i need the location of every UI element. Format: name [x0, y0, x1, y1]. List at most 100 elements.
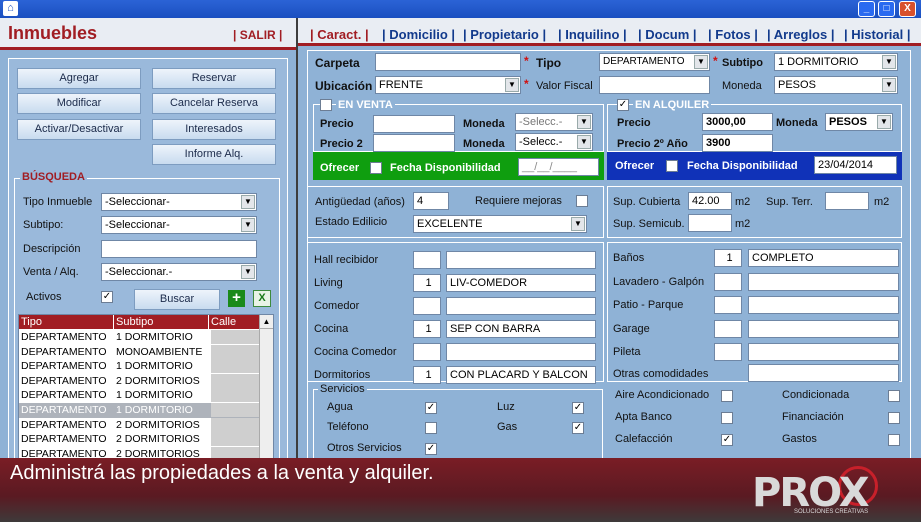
- tab-5[interactable]: | Fotos |: [708, 27, 758, 42]
- maximize-button[interactable]: □: [878, 1, 895, 17]
- tab-1[interactable]: | Domicilio |: [382, 27, 455, 42]
- sup-cubierta-input[interactable]: 42.00: [688, 192, 732, 210]
- room-desc-input[interactable]: [446, 297, 596, 315]
- servicio-checkbox[interactable]: ✓: [572, 422, 584, 434]
- room-desc-input[interactable]: [748, 319, 899, 338]
- venta-moneda2-select[interactable]: -Selecc.- ▼: [515, 133, 593, 151]
- tab-7[interactable]: | Historial |: [844, 27, 911, 42]
- tab-6[interactable]: | Arreglos |: [767, 27, 834, 42]
- room-qty-input[interactable]: [413, 343, 441, 361]
- table-row[interactable]: DEPARTAMENTO 1 DORMITORIO: [19, 388, 259, 403]
- subtipo-value: 1 DORMITORIO: [778, 56, 859, 68]
- servicio-checkbox[interactable]: ✓: [425, 443, 437, 455]
- room-desc-input[interactable]: [446, 251, 596, 269]
- table-row[interactable]: DEPARTAMENTO 2 DORMITORIOS: [19, 432, 259, 447]
- col-tipo[interactable]: Tipo: [19, 315, 113, 329]
- tipo-select[interactable]: DEPARTAMENTO ▼: [599, 53, 710, 71]
- room-qty-input[interactable]: [413, 297, 441, 315]
- table-scrollbar[interactable]: ▲: [259, 315, 273, 463]
- otras-comodidades-input[interactable]: [748, 364, 899, 382]
- extra-checkbox[interactable]: [888, 434, 900, 446]
- servicio-checkbox[interactable]: ✓: [572, 402, 584, 414]
- requiere-mejoras-checkbox[interactable]: [576, 195, 588, 207]
- descripcion-input[interactable]: [101, 240, 257, 258]
- table-row[interactable]: DEPARTAMENTO MONOAMBIENTE: [19, 344, 259, 360]
- alquiler-moneda-select[interactable]: PESOS ▼: [825, 113, 893, 131]
- modificar-button[interactable]: Modificar: [17, 93, 141, 114]
- sup-terr-input[interactable]: [825, 192, 869, 210]
- agregar-button[interactable]: Agregar: [17, 68, 141, 89]
- table-row[interactable]: DEPARTAMENTO 2 DORMITORIOS: [19, 373, 259, 389]
- tab-2[interactable]: | Propietario |: [463, 27, 546, 42]
- servicio-checkbox[interactable]: [425, 422, 437, 434]
- room-qty-input[interactable]: 1: [714, 249, 742, 267]
- minimize-button[interactable]: _: [858, 1, 875, 17]
- table-row[interactable]: DEPARTAMENTO 1 DORMITORIO: [19, 359, 259, 374]
- subtipo-select[interactable]: 1 DORMITORIO ▼: [774, 53, 898, 71]
- activar-desactivar-button[interactable]: Activar/Desactivar: [17, 119, 141, 140]
- room-desc-input[interactable]: SEP CON BARRA: [446, 320, 596, 338]
- venta-alq-select[interactable]: -Seleccionar.- ▼: [101, 263, 257, 281]
- room-desc-input[interactable]: CON PLACARD Y BALCON: [446, 366, 596, 384]
- extra-checkbox[interactable]: [888, 412, 900, 424]
- antiguedad-input[interactable]: 4: [413, 192, 449, 210]
- scroll-up-icon[interactable]: ▲: [260, 315, 273, 329]
- room-qty-input[interactable]: [714, 319, 742, 338]
- alquiler-precio2-input[interactable]: 3900: [702, 134, 773, 152]
- alquiler-fecha-input[interactable]: 23/04/2014: [814, 156, 897, 174]
- tab-0[interactable]: | Caract. |: [310, 27, 369, 42]
- activos-checkbox[interactable]: ✓: [101, 291, 113, 303]
- subtipo-select[interactable]: -Seleccionar- ▼: [101, 216, 257, 234]
- informe-alq-button[interactable]: Informe Alq.: [152, 144, 276, 165]
- close-button[interactable]: X: [899, 1, 916, 17]
- carpeta-input[interactable]: [375, 53, 521, 71]
- col-subtipo[interactable]: Subtipo: [114, 315, 208, 329]
- room-desc-input[interactable]: LIV-COMEDOR: [446, 274, 596, 292]
- sup-semicub-input[interactable]: [688, 214, 732, 232]
- extra-checkbox[interactable]: ✓: [721, 434, 733, 446]
- extra-checkbox[interactable]: [888, 390, 900, 402]
- tipo-inmueble-select[interactable]: -Seleccionar- ▼: [101, 193, 257, 211]
- room-desc-input[interactable]: [446, 343, 596, 361]
- reservar-button[interactable]: Reservar: [152, 68, 276, 89]
- ubicacion-select[interactable]: FRENTE ▼: [375, 76, 521, 94]
- venta-checkbox[interactable]: [320, 99, 332, 111]
- estado-edilicio-select[interactable]: EXCELENTE ▼: [413, 215, 587, 233]
- tab-4[interactable]: | Docum |: [638, 27, 697, 42]
- room-qty-input[interactable]: 1: [413, 320, 441, 338]
- moneda-select[interactable]: PESOS ▼: [774, 76, 898, 94]
- salir-link[interactable]: | SALIR |: [233, 28, 282, 42]
- venta-fecha-input[interactable]: __/__/____: [518, 158, 599, 176]
- cancelar-reserva-button[interactable]: Cancelar Reserva: [152, 93, 276, 114]
- room-qty-input[interactable]: [714, 343, 742, 361]
- room-desc-input[interactable]: [748, 272, 899, 291]
- alquiler-checkbox[interactable]: ✓: [617, 99, 629, 111]
- table-row[interactable]: DEPARTAMENTO 2 DORMITORIOS: [19, 417, 259, 433]
- venta-moneda-select[interactable]: -Selecc.- ▼: [515, 113, 593, 131]
- room-qty-input[interactable]: [714, 272, 742, 291]
- extra-checkbox[interactable]: [721, 390, 733, 402]
- venta-ofrecer-checkbox[interactable]: [370, 162, 382, 174]
- valor-fiscal-input[interactable]: [599, 76, 710, 94]
- room-qty-input[interactable]: 1: [413, 274, 441, 292]
- venta-precio2-input[interactable]: [373, 134, 455, 152]
- interesados-button[interactable]: Interesados: [152, 119, 276, 140]
- buscar-button[interactable]: Buscar: [134, 289, 220, 310]
- room-desc-input[interactable]: [748, 296, 899, 314]
- room-qty-input[interactable]: [413, 251, 441, 269]
- excel-icon[interactable]: X: [253, 290, 271, 307]
- extra-checkbox[interactable]: [721, 412, 733, 424]
- table-row[interactable]: DEPARTAMENTO 1 DORMITORIO: [19, 403, 259, 418]
- tab-3[interactable]: | Inquilino |: [558, 27, 627, 42]
- add-icon[interactable]: +: [228, 290, 245, 307]
- servicio-checkbox[interactable]: ✓: [425, 402, 437, 414]
- room-qty-input[interactable]: 1: [413, 366, 441, 384]
- room-desc-input[interactable]: COMPLETO: [748, 249, 899, 267]
- alquiler-ofrecer-checkbox[interactable]: [666, 160, 678, 172]
- alquiler-precio-input[interactable]: 3000,00: [702, 113, 773, 131]
- room-qty-input[interactable]: [714, 296, 742, 314]
- venta-precio-input[interactable]: [373, 115, 455, 133]
- table-row[interactable]: DEPARTAMENTO 1 DORMITORIO: [19, 330, 259, 345]
- col-calle[interactable]: Calle: [209, 315, 259, 329]
- room-desc-input[interactable]: [748, 343, 899, 361]
